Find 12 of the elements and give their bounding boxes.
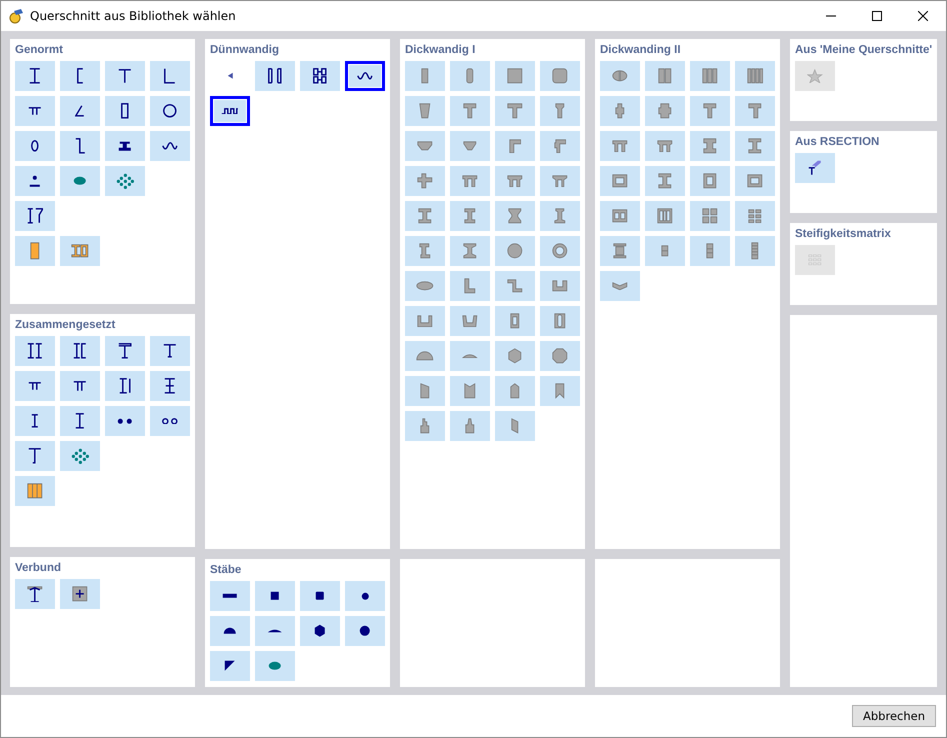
- panel-heading: Aus RSECTION: [795, 135, 880, 150]
- cancel-button[interactable]: Abbrechen: [852, 705, 936, 727]
- panel-heading: Zusammengesetzt: [15, 318, 116, 333]
- panel-heading: Stäbe: [210, 563, 242, 578]
- panel-heading: Steifigkeitsmatrix: [795, 227, 892, 242]
- window-title: Querschnitt aus Bibliothek wählen: [30, 9, 236, 23]
- panel-heading: Dünnwandig: [210, 43, 280, 58]
- panel-heading: Genormt: [15, 43, 64, 58]
- panel-heading: Verbund: [15, 561, 62, 576]
- panel-heading: Dickwanding II: [600, 43, 682, 58]
- panel-heading: Aus 'Meine Querschnitte': [795, 43, 932, 58]
- panel-heading: Dickwandig I: [405, 43, 476, 58]
